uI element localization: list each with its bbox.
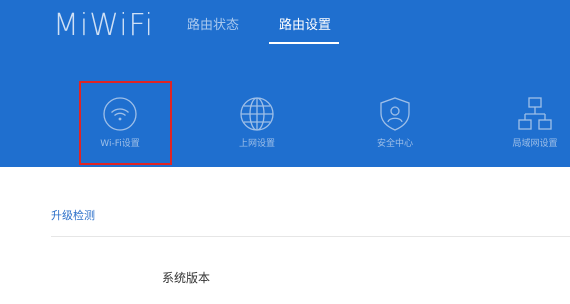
lan-network-icon bbox=[518, 97, 552, 130]
tab-router-settings[interactable]: 路由设置 bbox=[279, 17, 331, 35]
globe-icon bbox=[240, 97, 274, 131]
section-title-upgrade-check: 升级检测 bbox=[51, 209, 95, 222]
tab-router-status[interactable]: 路由状态 bbox=[187, 17, 239, 35]
system-version-label: 系统版本 bbox=[162, 271, 211, 285]
nav-label-internet-settings: 上网设置 bbox=[238, 139, 275, 149]
nav-item-security-center[interactable]: 安全中心 bbox=[350, 92, 440, 162]
nav-label-security-center: 安全中心 bbox=[376, 139, 413, 149]
miwifi-logo: MiWiFi bbox=[53, 8, 154, 43]
nav-label-lan-settings: 局域网设置 bbox=[512, 139, 558, 149]
nav-item-internet-settings[interactable]: 上网设置 bbox=[212, 92, 302, 162]
header-bar: MiWiFi 路由状态 路由设置 Wi-Fi设置 上网设置 安全中心 局域网设置 bbox=[0, 0, 570, 167]
section-divider bbox=[51, 236, 570, 237]
selection-highlight-box bbox=[79, 81, 172, 165]
nav-item-lan-settings[interactable]: 局域网设置 bbox=[490, 92, 570, 162]
active-tab-indicator bbox=[269, 42, 339, 44]
shield-user-icon bbox=[380, 97, 410, 131]
